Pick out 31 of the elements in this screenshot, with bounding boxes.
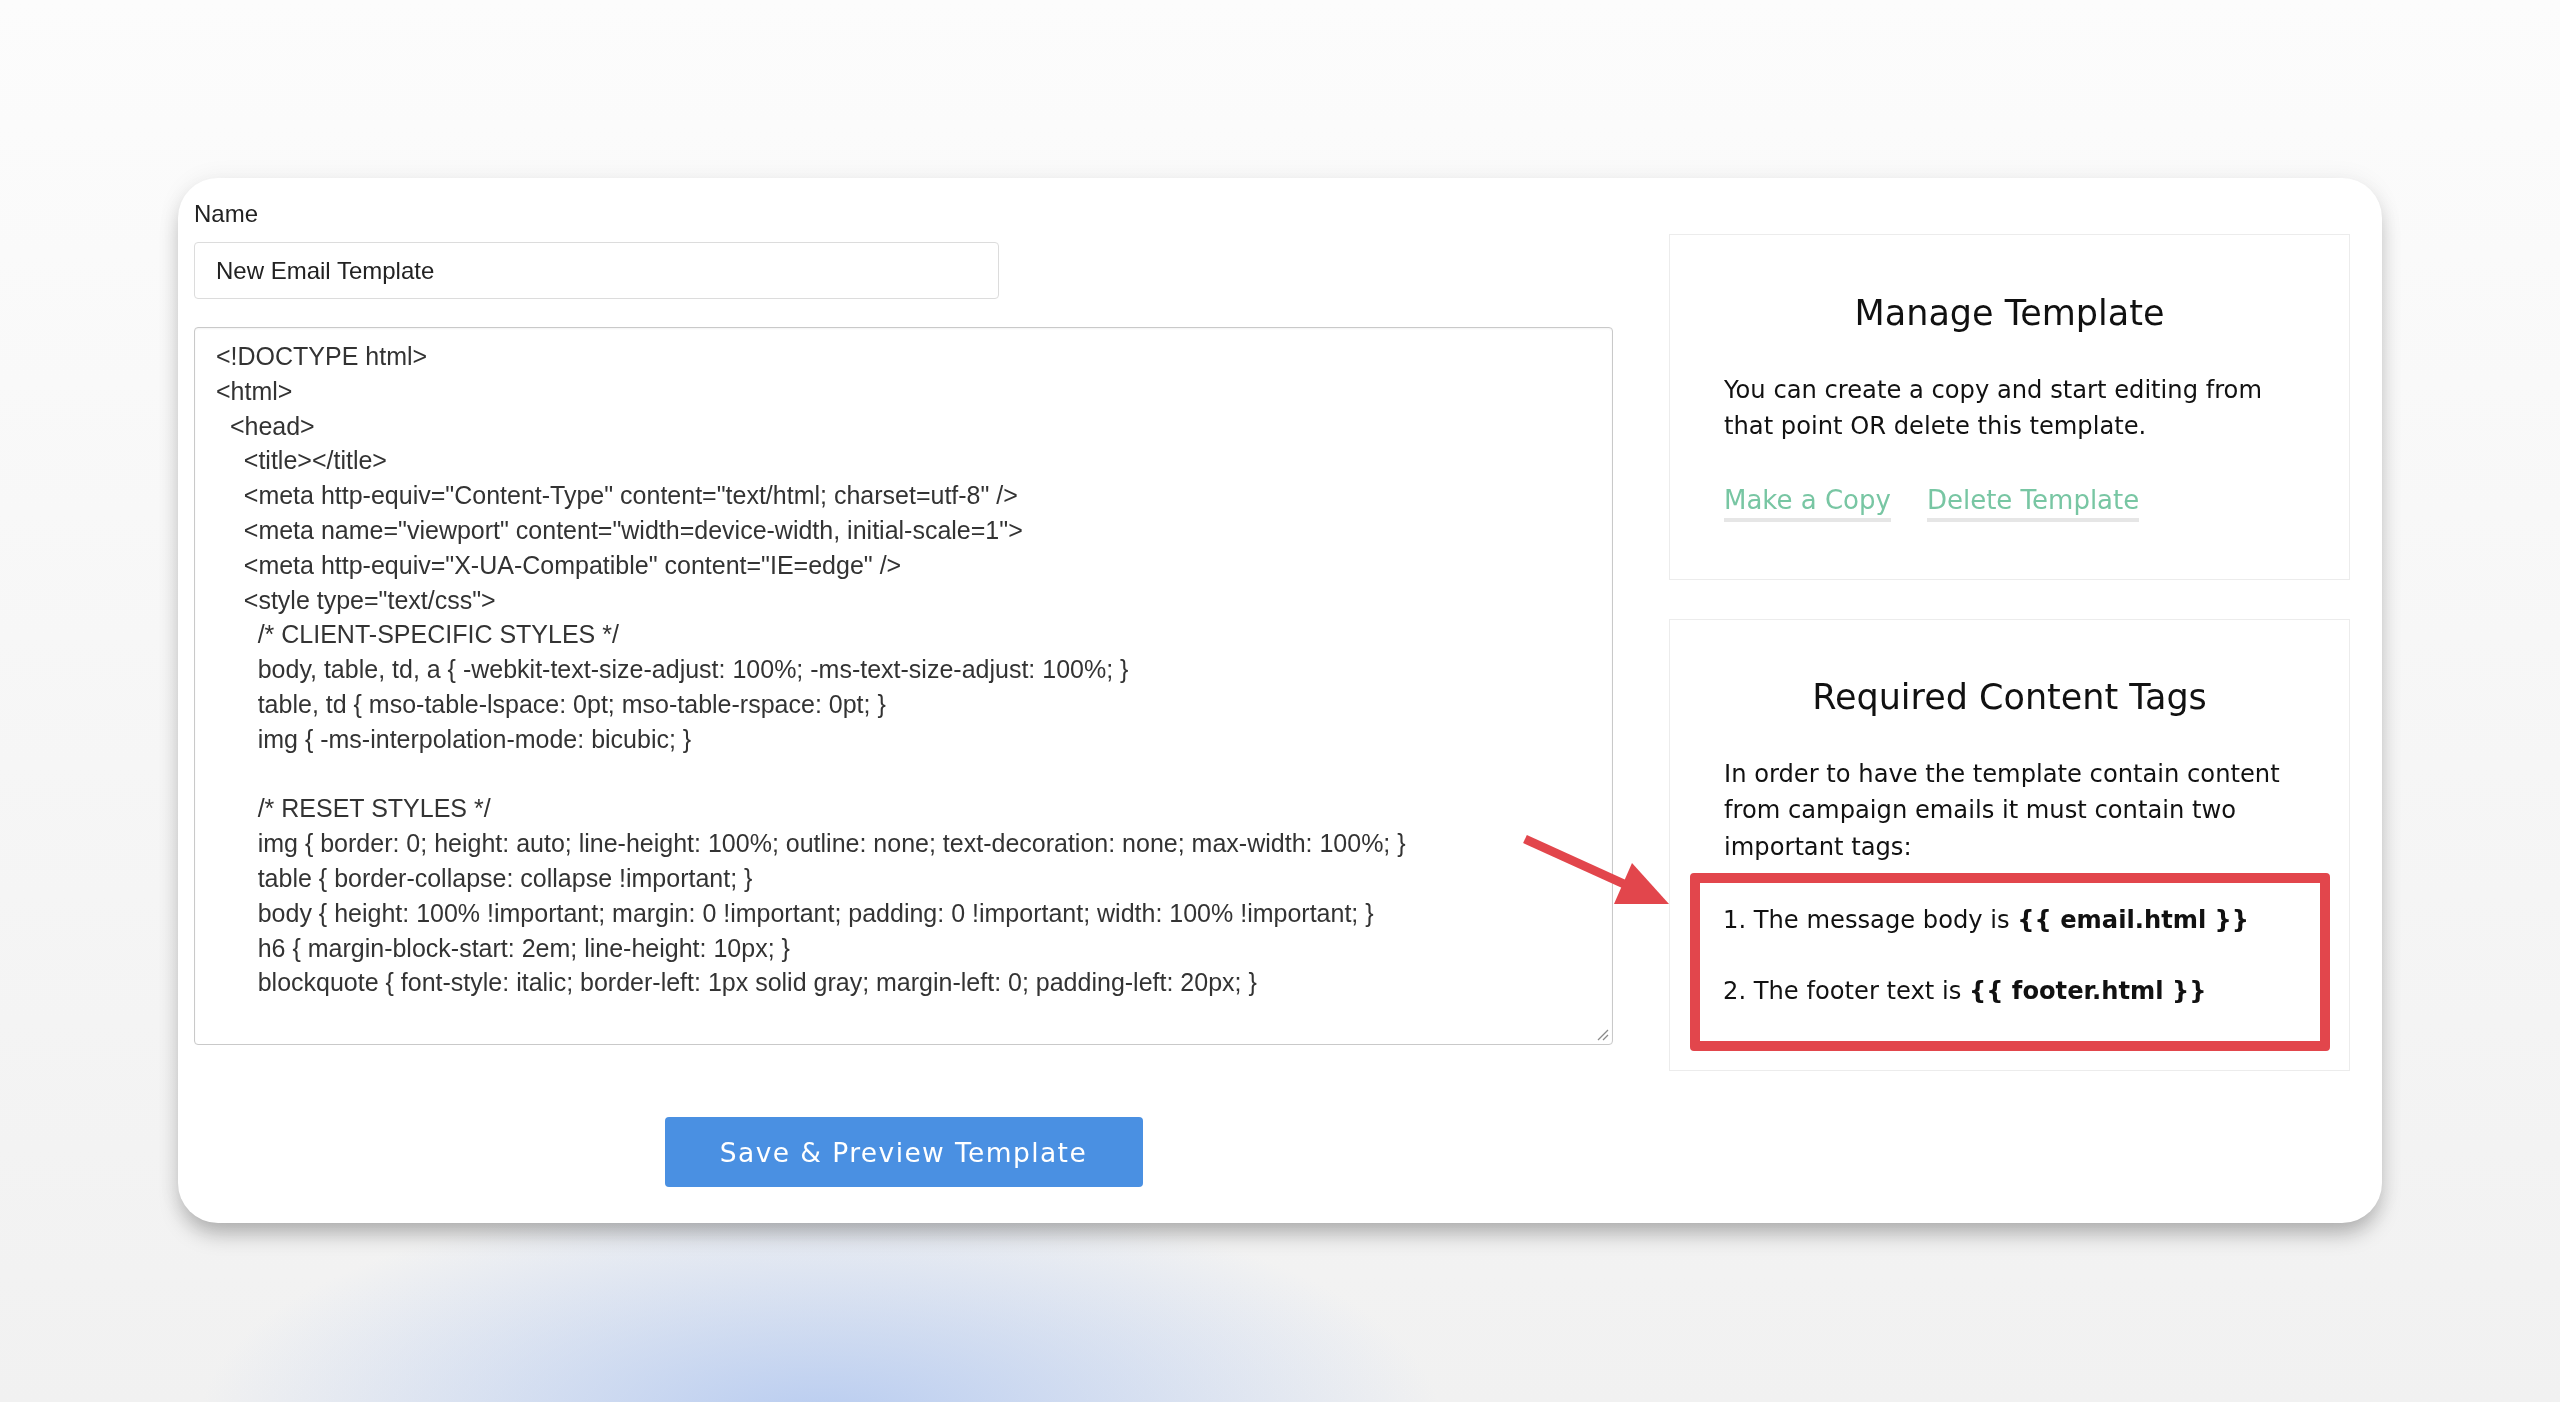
code-line: <style type="text/css"> (242, 584, 496, 616)
code-line: /* CLIENT-SPECIFIC STYLES */ (256, 619, 619, 651)
action-link[interactable]: Make a Copy (1724, 483, 1891, 522)
card-title: Required Content Tags (1812, 676, 2207, 718)
code-line: <meta http-equiv="X-UA-Compatible" content="IE=edge" /> (242, 549, 902, 581)
description-text: In order to have the template contain content from campaign emails it must contain two important tags: (1724, 759, 2281, 863)
save-preview-button[interactable]: Save & Preview Template (664, 1117, 1143, 1187)
code-line: /* RESET STYLES */ (256, 793, 491, 825)
code-line: <meta http-equiv="Content-Type" content="text/html; charset=utf-8" /> (242, 480, 1018, 512)
code-line: h6 { margin-block-start: 2em; line-height: 10px; } (256, 932, 790, 964)
code-line: <title></title> (242, 445, 387, 477)
code-line: body { height: 100% !important; margin: 0 !important; padding: 0 !important; width: 100% !important; } (256, 897, 1374, 929)
code-line: <html> (216, 375, 293, 407)
code-line: img { border: 0; height: auto; line-height: 100%; outline: none; text-decoration: none; max-width: 100%; } (256, 828, 1406, 860)
code-editor[interactable] (194, 327, 1613, 1045)
action-link[interactable]: Delete Template (1926, 483, 2140, 522)
requirement-text: 1. The message body is {{ email.html }} (1723, 905, 2250, 937)
code-line: img { -ms-interpolation-mode: bicubic; } (256, 723, 692, 755)
code-line: body, table, td, a { -webkit-text-size-adjust: 100%; -ms-text-size-adjust: 100%; } (256, 654, 1129, 686)
code-line: blockquote { font-style: italic; border-left: 1px solid gray; margin-left: 0; padding-left: 20px; } (256, 967, 1257, 999)
resize-handle-icon[interactable] (1597, 1029, 1609, 1041)
code-line: table { border-collapse: collapse !important; } (256, 862, 753, 894)
card-title: Manage Template (1854, 292, 2165, 334)
description-text: You can create a copy and start editing from that point OR delete this template. (1724, 375, 2263, 443)
requirement-text: 2. The footer text is {{ footer.html }} (1723, 976, 2207, 1008)
name-label: Name (194, 200, 259, 228)
code-line: <!DOCTYPE html> (216, 341, 428, 372)
code-line: table, td { mso-table-lspace: 0pt; mso-table-rspace: 0pt; } (256, 688, 886, 720)
name-input[interactable]: New Email Template (194, 242, 999, 299)
code-line: <meta name="viewport" content="width=device-width, initial-scale=1"> (242, 515, 1023, 546)
code-line: <head> (228, 410, 315, 442)
